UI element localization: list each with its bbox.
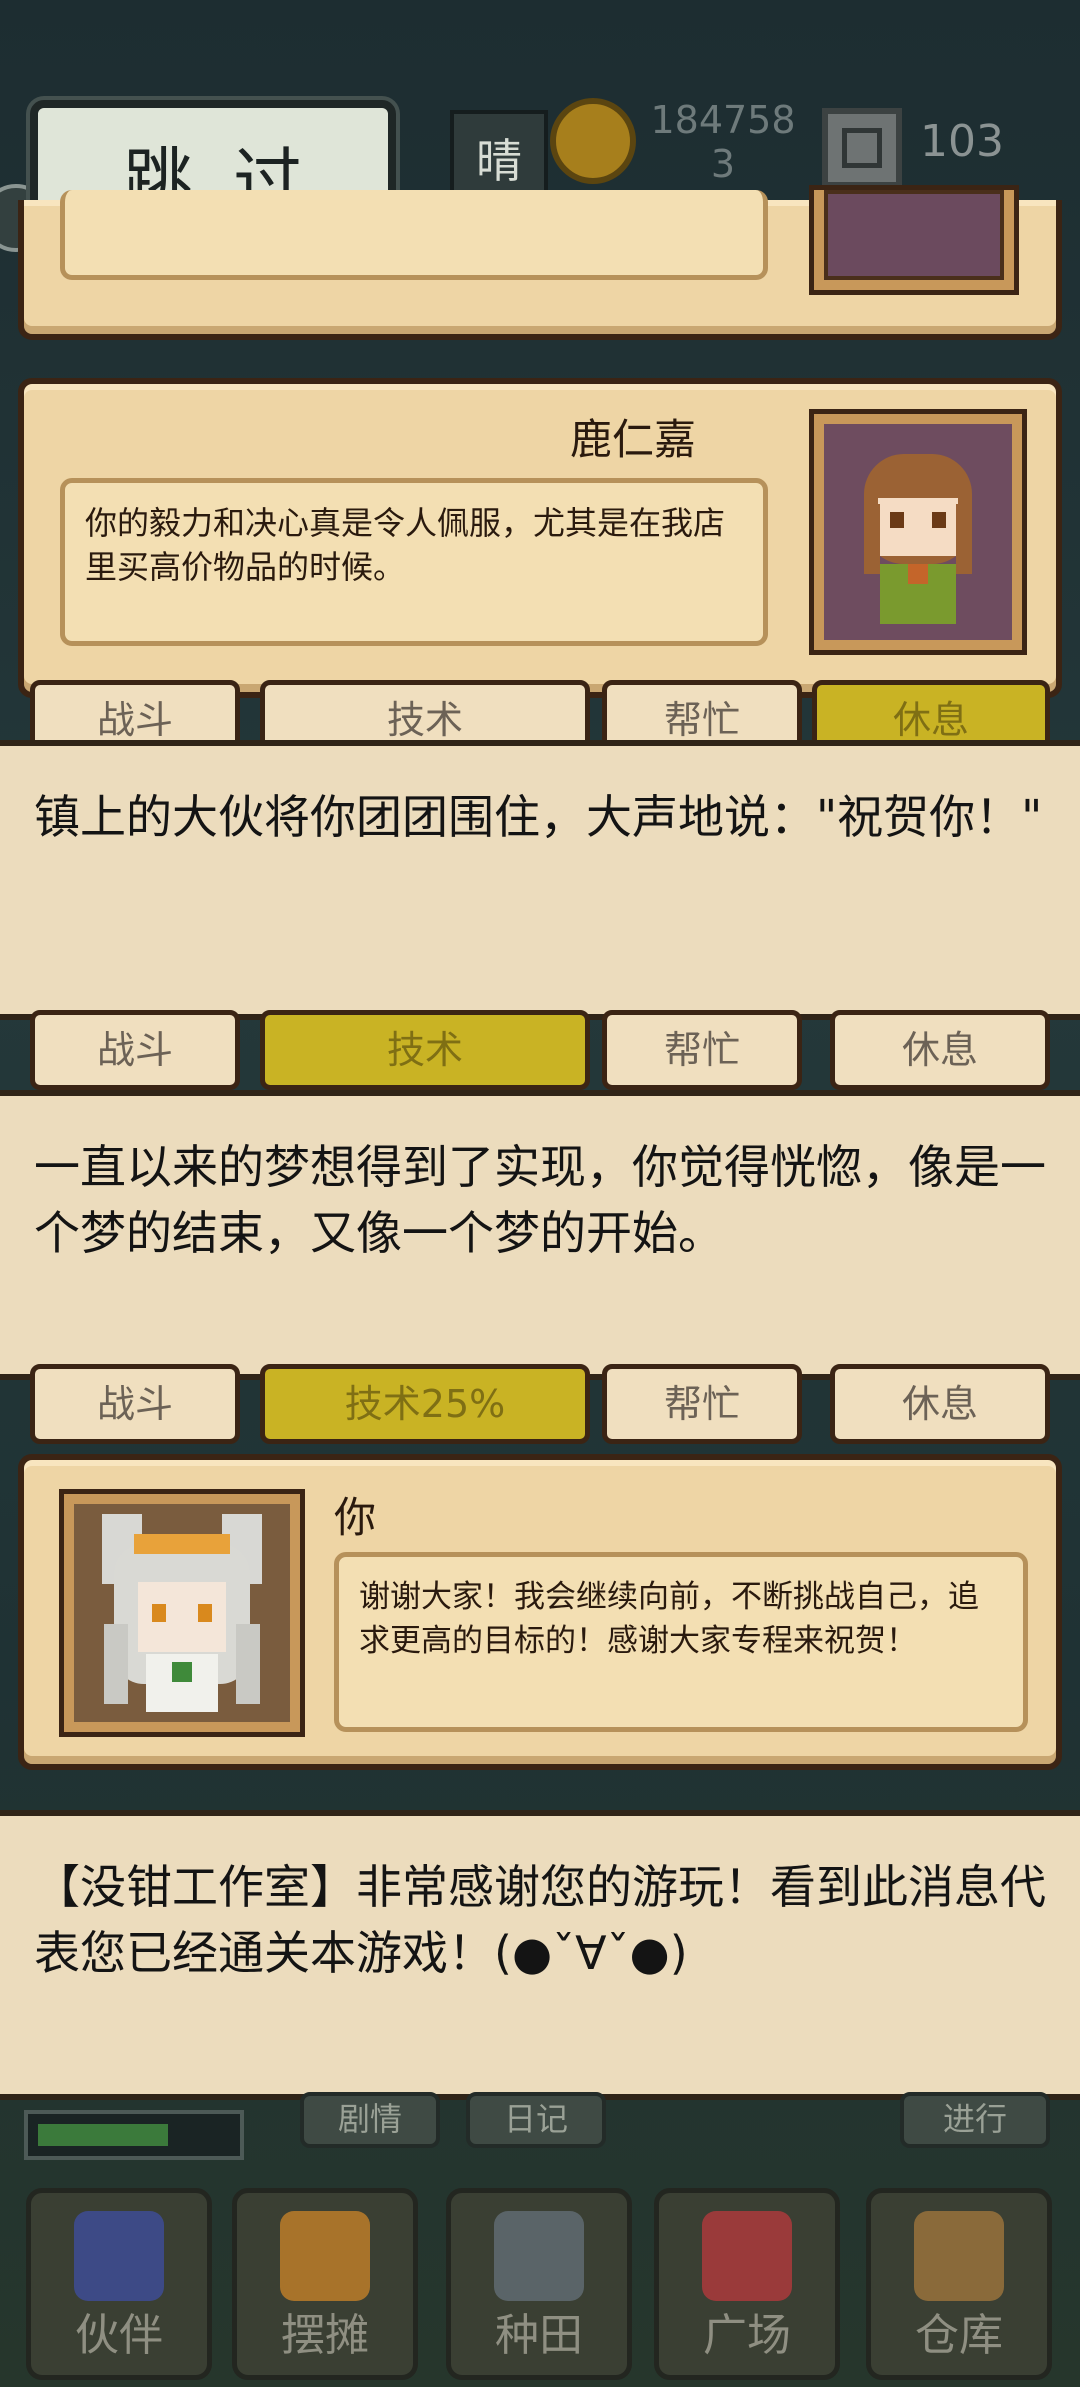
nav-stall-button[interactable]: 摆摊	[232, 2188, 418, 2380]
narration-text: 一直以来的梦想得到了实现，你觉得恍惚，像是一个梦的结束，又像一个梦的开始。	[34, 1140, 1046, 1260]
action-button-rest[interactable]: 休息	[830, 1010, 1050, 1090]
nav-label: 伙伴	[75, 2310, 163, 2361]
nav-warehouse-button[interactable]: 仓库	[866, 2188, 1052, 2380]
tab-proceed[interactable]: 进行	[900, 2092, 1050, 2148]
partner-icon	[74, 2211, 164, 2301]
coin-icon	[550, 98, 636, 184]
previous-dialog-bubble	[60, 190, 768, 280]
tab-diary[interactable]: 日记	[466, 2092, 606, 2148]
narration-text: 【没钳工作室】非常感谢您的游玩！看到此消息代表您已经通关本游戏！(●ˇ∀ˇ●)	[34, 1860, 1046, 1980]
action-button-rest[interactable]: 休息	[830, 1364, 1050, 1444]
narration-box-3: 【没钳工作室】非常感谢您的游玩！看到此消息代表您已经通关本游戏！(●ˇ∀ˇ●)	[0, 1810, 1080, 2100]
action-button-battle[interactable]: 战斗	[30, 1364, 240, 1444]
narration-box-2: 一直以来的梦想得到了实现，你觉得恍惚，像是一个梦的结束，又像一个梦的开始。	[0, 1090, 1080, 1380]
action-button-help[interactable]: 帮忙	[602, 1364, 802, 1444]
action-button-battle[interactable]: 战斗	[30, 1010, 240, 1090]
action-row-2: 战斗 技术 帮忙 休息	[30, 1010, 1050, 1090]
farm-icon	[494, 2211, 584, 2301]
nav-partner-button[interactable]: 伙伴	[26, 2188, 212, 2380]
dialog-bubble: 你的毅力和决心真是令人佩服，尤其是在我店里买高价物品的时候。	[60, 478, 768, 646]
dialog-card-lurenjia: 鹿仁嘉 你的毅力和决心真是令人佩服，尤其是在我店里买高价物品的时候。	[18, 378, 1062, 698]
action-row-3: 战斗 技术25% 帮忙 休息	[30, 1364, 1050, 1444]
npc-portrait-frame	[814, 414, 1022, 650]
gem-count: 103	[920, 116, 1004, 167]
speaker-name: 鹿仁嘉	[570, 415, 697, 464]
coin-count: 1847583	[650, 98, 796, 186]
gem-icon	[822, 108, 902, 188]
player-portrait	[74, 1504, 290, 1722]
dialog-bubble: 谢谢大家！我会继续向前，不断挑战自己，追求更高的目标的！感谢大家专程来祝贺！	[334, 1552, 1028, 1732]
tab-story[interactable]: 剧情	[300, 2092, 440, 2148]
stall-icon	[280, 2211, 370, 2301]
narration-text: 镇上的大伙将你团团围住，大声地说："祝贺你！"	[34, 790, 1043, 844]
nav-label: 种田	[495, 2310, 583, 2361]
progress-bar	[24, 2110, 244, 2160]
speaker-name: 你	[334, 1493, 377, 1542]
dialog-card-player: 你 谢谢大家！我会继续向前，不断挑战自己，追求更高的目标的！感谢大家专程来祝贺！	[18, 1454, 1062, 1770]
previous-dialog-card	[18, 190, 1062, 340]
player-portrait-frame	[64, 1494, 300, 1732]
nav-label: 摆摊	[281, 2310, 369, 2361]
nav-farm-button[interactable]: 种田	[446, 2188, 632, 2380]
nav-label: 仓库	[915, 2310, 1003, 2361]
square-icon	[702, 2211, 792, 2301]
warehouse-icon	[914, 2211, 1004, 2301]
npc-lurenjia-portrait	[824, 424, 1012, 640]
previous-portrait-frame	[814, 190, 1014, 290]
narration-box-1: 镇上的大伙将你团团围住，大声地说："祝贺你！"	[0, 740, 1080, 1020]
action-button-help[interactable]: 帮忙	[602, 1010, 802, 1090]
action-button-skill[interactable]: 技术	[260, 1010, 590, 1090]
nav-label: 广场	[703, 2310, 791, 2361]
nav-square-button[interactable]: 广场	[654, 2188, 840, 2380]
action-button-skill[interactable]: 技术25%	[260, 1364, 590, 1444]
